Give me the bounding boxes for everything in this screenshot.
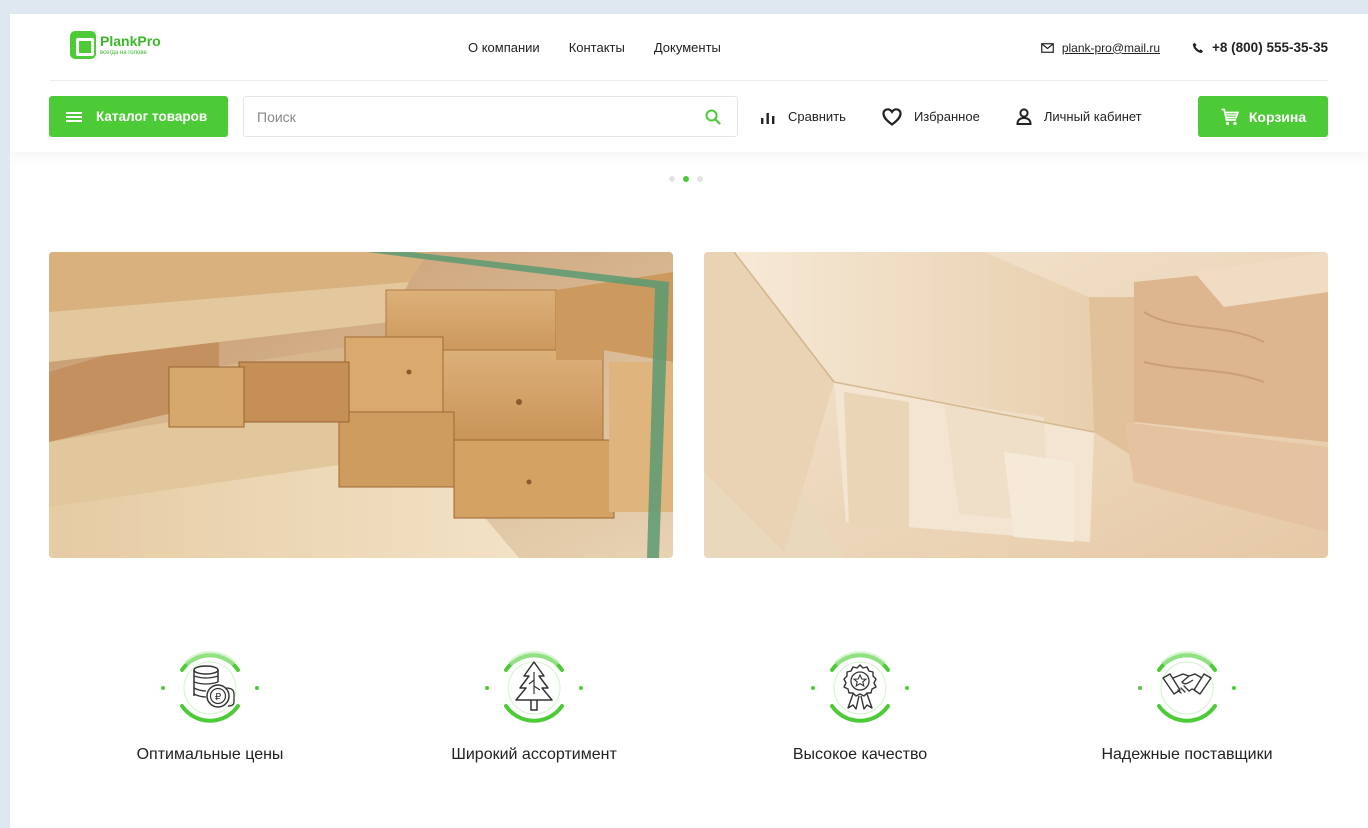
logo-name: PlankPro	[100, 33, 161, 49]
logo[interactable]: PlankPro всегда на голове	[70, 31, 161, 59]
compare-label: Сравнить	[788, 109, 846, 124]
promo-banner-planed-beams[interactable]	[704, 252, 1328, 558]
feature-reliable-suppliers: Надежные поставщики	[1067, 638, 1307, 764]
user-icon	[1016, 108, 1032, 125]
page: PlankPro всегда на голове О компании Кон…	[10, 14, 1368, 828]
catalog-button[interactable]: Каталог товаров	[49, 96, 228, 137]
feature-wide-assortment: Широкий ассортимент	[414, 638, 654, 764]
cart-button[interactable]: Корзина	[1198, 96, 1328, 137]
email-link[interactable]: plank-pro@mail.ru	[1040, 40, 1161, 55]
promo-banner-lumber-stack[interactable]	[49, 252, 673, 558]
search-icon[interactable]	[693, 109, 733, 125]
feature-title: Высокое качество	[792, 746, 928, 763]
compare-link[interactable]: Сравнить	[760, 109, 846, 124]
header-contacts: plank-pro@mail.ru +8 (800) 555-35-35	[1040, 40, 1328, 55]
account-link[interactable]: Личный кабинет	[1016, 108, 1142, 125]
handshake-icon	[1138, 651, 1236, 723]
logo-tagline: всегда на голове	[100, 50, 147, 56]
feature-title: Надежные поставщики	[1101, 746, 1273, 763]
slider-pagination	[669, 176, 703, 182]
favorites-link[interactable]: Избранное	[882, 107, 980, 126]
cart-button-label: Корзина	[1248, 108, 1307, 125]
site-header: PlankPro всегда на голове О компании Кон…	[10, 14, 1368, 152]
search-input[interactable]	[244, 97, 693, 136]
header-actions: Сравнить Избранное Личный кабинет	[760, 96, 1142, 137]
search-bar	[243, 96, 738, 137]
feature-high-quality: Высокое качество	[740, 638, 980, 764]
coins-icon: ₽	[161, 651, 259, 723]
cart-icon	[1221, 108, 1239, 125]
account-label: Личный кабинет	[1043, 109, 1142, 124]
tree-icon	[485, 651, 583, 723]
catalog-button-label: Каталог товаров	[96, 109, 208, 124]
planed-beams-image	[704, 252, 1328, 558]
phone-text: +8 (800) 555-35-35	[1212, 40, 1328, 55]
slider-dot[interactable]	[697, 176, 703, 182]
phone-link[interactable]: +8 (800) 555-35-35	[1192, 40, 1328, 55]
header-divider	[50, 80, 1328, 81]
slider-dot-active[interactable]	[683, 176, 689, 182]
bar-chart-icon	[761, 112, 775, 124]
feature-title: Широкий ассортимент	[451, 746, 617, 763]
email-text: plank-pro@mail.ru	[1061, 40, 1161, 55]
heart-icon	[882, 107, 902, 126]
nav-link-contacts[interactable]: Контакты	[569, 40, 625, 55]
top-navigation: О компании Контакты Документы	[468, 40, 721, 55]
feature-title: Оптимальные цены	[136, 746, 284, 763]
phone-icon	[1192, 42, 1204, 53]
lumber-stack-image	[49, 252, 673, 558]
logo-mark-icon	[70, 31, 96, 59]
svg-text:₽: ₽	[215, 692, 222, 703]
menu-icon	[66, 111, 82, 123]
award-icon	[811, 651, 909, 723]
feature-optimal-prices: ₽ Оптимальные цены	[90, 638, 330, 764]
nav-link-about[interactable]: О компании	[468, 40, 540, 55]
slider-dot[interactable]	[669, 176, 675, 182]
favorites-label: Избранное	[913, 109, 980, 124]
nav-link-documents[interactable]: Документы	[654, 40, 721, 55]
envelope-icon	[1040, 42, 1054, 53]
